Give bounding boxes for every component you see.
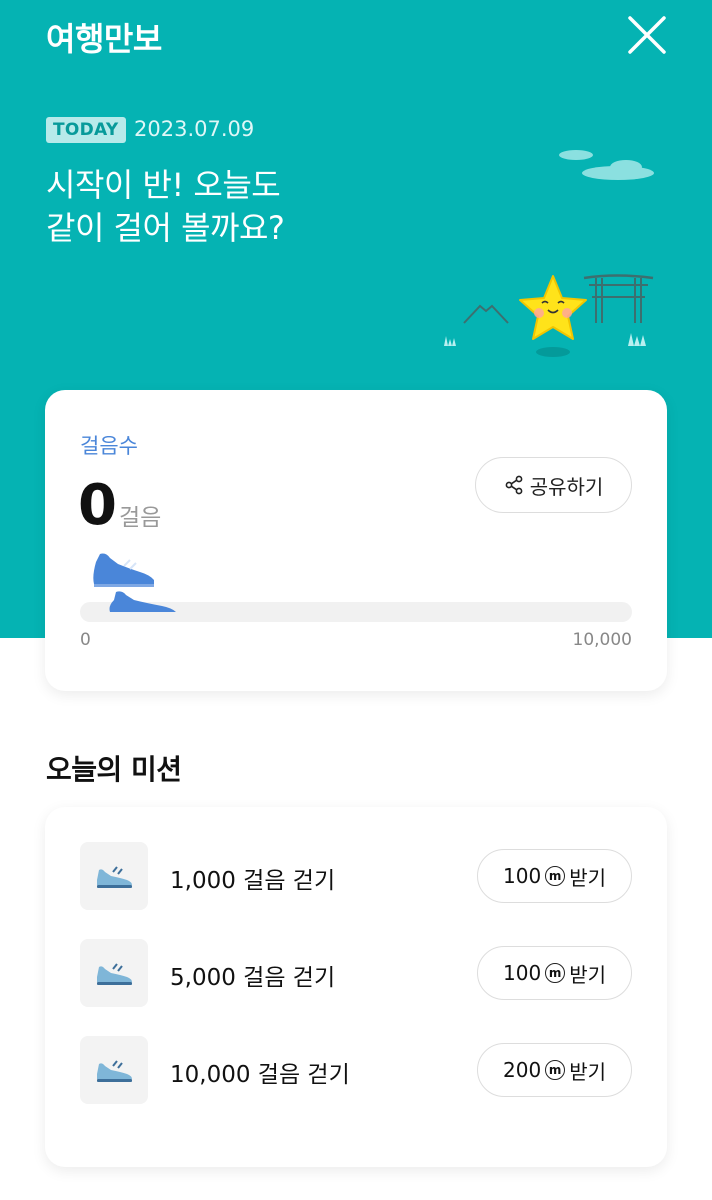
cloud-icon xyxy=(559,150,593,160)
share-button-label: 공유하기 xyxy=(529,474,604,499)
claim-reward-button[interactable]: 200 m 받기 xyxy=(477,1043,632,1097)
greeting-headline: 시작이 반! 오늘도 같이 걸어 볼까요? xyxy=(46,164,426,250)
share-button[interactable]: 공유하기 xyxy=(475,457,632,513)
coin-icon: m xyxy=(545,1060,566,1080)
star-mascot-icon xyxy=(519,275,587,340)
step-count-label: 걸음수 xyxy=(80,434,138,458)
close-button[interactable] xyxy=(624,12,670,58)
claim-reward-button[interactable]: 100 m 받기 xyxy=(477,849,632,903)
mission-item: 10,000 걸음 걷기 200 m 받기 xyxy=(80,1036,632,1104)
sneaker-icon xyxy=(97,1060,132,1082)
cloud-icon xyxy=(582,160,654,180)
claim-reward-button[interactable]: 100 m 받기 xyxy=(477,946,632,1000)
mission-item: 5,000 걸음 걷기 100 m 받기 xyxy=(80,939,632,1007)
reward-amount: 200 xyxy=(503,1058,542,1082)
star-shadow xyxy=(536,347,570,357)
today-date: 2023.07.09 xyxy=(134,117,255,141)
missions-title: 오늘의 미션 xyxy=(46,753,182,786)
mission-text: 10,000 걸음 걷기 xyxy=(170,1062,350,1088)
mission-text: 5,000 걸음 걷기 xyxy=(170,965,336,991)
greeting-line-1: 시작이 반! 오늘도 xyxy=(46,166,281,204)
travel-scene-illustration xyxy=(444,150,654,357)
share-icon xyxy=(505,475,523,495)
claim-label: 받기 xyxy=(569,1059,606,1084)
progress-range-min: 0 xyxy=(80,630,91,650)
mission-icon-box xyxy=(80,842,148,910)
mountain-icon xyxy=(463,304,509,324)
step-count-card: 걸음수 0 걸음 공유하기 0 10,000 xyxy=(45,390,667,691)
missions-card: 1,000 걸음 걷기 100 m 받기 5,000 걸음 걷기 100 m 받… xyxy=(45,807,667,1167)
app-title: 여행만보 xyxy=(46,20,162,58)
sneaker-icon xyxy=(97,866,132,888)
greeting-line-2: 같이 걸어 볼까요? xyxy=(46,209,285,247)
claim-label: 받기 xyxy=(569,962,606,987)
reward-amount: 100 xyxy=(503,864,542,888)
progress-range-max: 10,000 xyxy=(572,630,632,650)
mission-icon-box xyxy=(80,1036,148,1104)
sneaker-icon xyxy=(97,963,132,985)
coin-icon: m xyxy=(545,866,566,886)
sneakers-icon xyxy=(93,553,176,612)
claim-label: 받기 xyxy=(569,865,606,890)
mission-item: 1,000 걸음 걷기 100 m 받기 xyxy=(80,842,632,910)
mission-text: 1,000 걸음 걷기 xyxy=(170,868,336,894)
close-icon xyxy=(628,16,666,54)
grass-icon xyxy=(444,333,646,346)
reward-amount: 100 xyxy=(503,961,542,985)
step-count-value: 0 xyxy=(78,473,117,538)
torii-gate-icon xyxy=(583,274,654,323)
step-count-unit: 걸음 xyxy=(119,505,162,531)
today-badge: TODAY xyxy=(46,117,126,143)
mission-icon-box xyxy=(80,939,148,1007)
coin-icon: m xyxy=(545,963,566,983)
